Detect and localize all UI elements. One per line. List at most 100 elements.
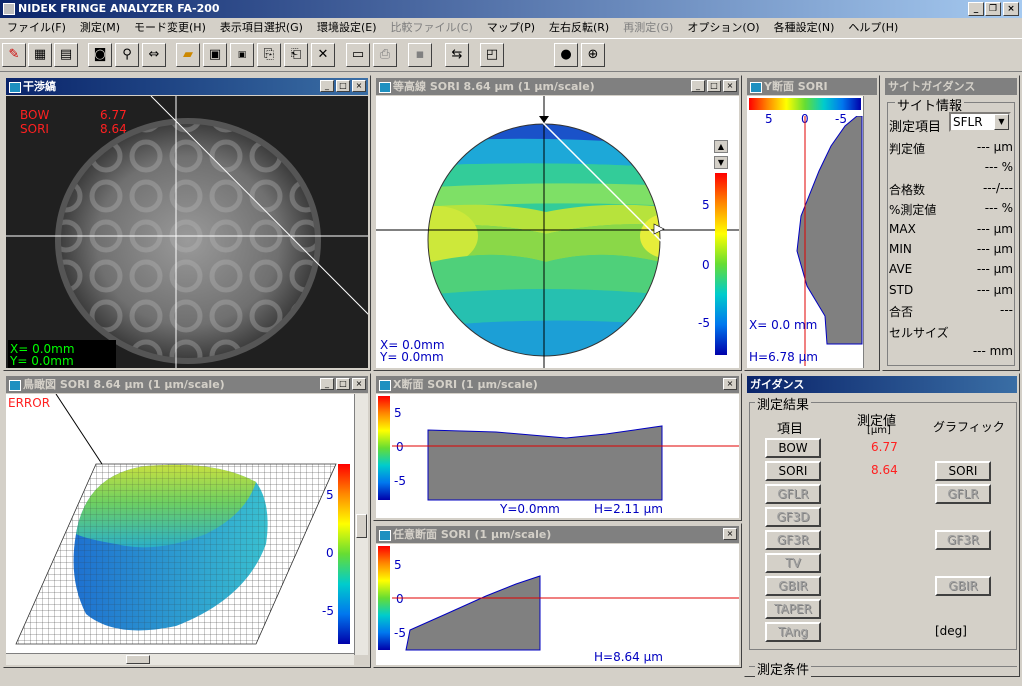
contour-window: 等高線 SORI 8.64 μm (1 μm/scale) _ □ × ▲ ▼ … (373, 75, 742, 371)
menu-item[interactable]: 各種設定(N) (767, 18, 842, 38)
open-folder-icon[interactable]: ▰ (176, 43, 200, 67)
menu-item[interactable]: 表示項目選択(G) (213, 18, 310, 38)
close-window-button[interactable]: × (723, 378, 737, 390)
minimize-window-button[interactable]: _ (320, 378, 334, 390)
menu-item[interactable]: マップ(P) (480, 18, 542, 38)
close-window-button[interactable]: × (723, 528, 737, 540)
close-window-button[interactable]: × (352, 378, 366, 390)
restore-button[interactable]: ❐ (985, 2, 1001, 16)
birdseye-vertical-scrollbar[interactable] (354, 394, 368, 655)
auto-save-icon[interactable]: ▣ (230, 43, 254, 67)
result-item-button[interactable]: GFLR (765, 484, 821, 504)
contour-map[interactable]: ▲ ▼ 5 0 -5 X= 0.0mm Y= 0.0mm (376, 96, 739, 368)
paste-icon[interactable]: ⎗ (284, 43, 308, 67)
panel-view-icon[interactable]: ▤ (54, 43, 78, 67)
menu-item[interactable]: モード変更(H) (127, 18, 213, 38)
birdseye-title-bar: 鳥瞰図 SORI 8.64 μm (1 μm/scale) (6, 376, 368, 393)
disabled-tool-icon[interactable]: ▪ (408, 43, 432, 67)
menu-item[interactable]: 測定(M) (73, 18, 127, 38)
scroll-thumb[interactable] (356, 514, 367, 538)
grid-view-icon[interactable]: ▦ (28, 43, 52, 67)
graphic-column-header: グラフィック (933, 420, 1005, 434)
graphic-button[interactable]: GBIR (935, 576, 991, 596)
flip-horizontal-icon[interactable]: ⇔ (142, 43, 166, 67)
menu-item[interactable]: 再測定(G) (616, 18, 680, 38)
minimize-window-button[interactable]: _ (691, 80, 705, 92)
copy-icon[interactable]: ⎘ (257, 43, 281, 67)
maximize-window-button[interactable]: □ (336, 80, 350, 92)
scroll-thumb[interactable] (126, 655, 150, 664)
graphic-button[interactable]: GFLR (935, 484, 991, 504)
app-title-bar: NIDEK FRINGE ANALYZER FA-200 (0, 0, 1022, 18)
birdseye-plot[interactable]: ERROR 5 0 -5 (6, 394, 354, 653)
dropdown-arrow-icon[interactable]: ▼ (994, 114, 1009, 130)
maximize-window-button[interactable]: □ (707, 80, 721, 92)
camera-icon[interactable]: ◙ (88, 43, 112, 67)
circle-icon[interactable]: ● (554, 43, 578, 67)
site-row-value: --- (1000, 303, 1013, 318)
result-item-button[interactable]: BOW (765, 438, 821, 458)
result-item-button[interactable]: GF3R (765, 530, 821, 550)
close-button[interactable]: × (1003, 2, 1019, 16)
sori-value: 8.64 (100, 122, 127, 136)
result-item-button[interactable]: TV (765, 553, 821, 573)
minimize-button[interactable]: _ (968, 2, 984, 16)
arbitrary-section-plot[interactable]: 5 0 -5 H=8.64 μm (376, 544, 739, 665)
site-guidance-window: サイトガイダンス サイト情報 測定項目 SFLR ▼ 判定値 --- μm --- … (882, 75, 1020, 371)
rotate-icon[interactable]: ⇆ (445, 43, 469, 67)
site-row-value: --- % (984, 201, 1013, 216)
scroll-down-button[interactable]: ▼ (714, 156, 728, 169)
bow-label: BOW (20, 108, 50, 122)
interferogram-title: 干渉縞 (23, 80, 56, 93)
result-item-button[interactable]: GBIR (765, 576, 821, 596)
graphic-button[interactable]: GF3R (935, 530, 991, 550)
result-value: 6.77 (871, 440, 898, 454)
measure-tool-icon[interactable]: ✎ (2, 43, 26, 67)
scroll-up-button[interactable]: ▲ (714, 140, 728, 153)
result-item-button[interactable]: SORI (765, 461, 821, 481)
window-icon (9, 82, 21, 93)
zoom-icon[interactable]: ⚲ (115, 43, 139, 67)
site-row-value: ---/--- (982, 180, 1013, 195)
y-readout: Y= 0.0mm (380, 350, 444, 364)
save-icon[interactable]: ▣ (203, 43, 227, 67)
x-section-plot[interactable]: 5 0 -5 Y=0.0mm H=2.11 μm (376, 394, 739, 518)
site-row-value: --- μm (976, 282, 1013, 297)
color-scale-bar (338, 464, 350, 644)
birdseye-horizontal-scrollbar[interactable] (6, 653, 354, 665)
y-section-title: Y断面 SORI (764, 80, 828, 93)
site-row-label: 合格数 (889, 182, 926, 197)
sori-label: SORI (20, 122, 49, 136)
graphic-button[interactable]: SORI (935, 461, 991, 481)
menu-item[interactable]: 左右反転(R) (542, 18, 616, 38)
y-section-scrollbar[interactable] (863, 96, 877, 368)
result-item-button[interactable]: TAPER (765, 599, 821, 619)
result-item-button[interactable]: TAng (765, 622, 821, 642)
site-row-label: %測定値 (889, 203, 937, 218)
minimize-window-button[interactable]: _ (320, 80, 334, 92)
close-window-button[interactable]: × (352, 80, 366, 92)
result-item-button[interactable]: GF3D (765, 507, 821, 527)
close-window-button[interactable]: × (723, 80, 737, 92)
menu-item[interactable]: 環境設定(E) (310, 18, 384, 38)
birdseye-title: 鳥瞰図 SORI 8.64 μm (1 μm/scale) (23, 378, 225, 391)
print-icon[interactable]: ⎙ (373, 43, 397, 67)
scale-tick-5: 5 (326, 488, 334, 502)
interferogram-image[interactable]: BOW 6.77 SORI 8.64 X= 0.0mm Y= 0.0mm (6, 96, 368, 368)
x-section-title: X断面 SORI (1 μm/scale) (393, 378, 538, 391)
menu-item[interactable]: ファイル(F) (0, 18, 73, 38)
menu-item[interactable]: オプション(O) (680, 18, 766, 38)
scale-tick-0: 0 (326, 546, 334, 560)
guidance-title: ガイダンス (750, 378, 805, 391)
cross-circle-icon[interactable]: ⊕ (581, 43, 605, 67)
maximize-window-button[interactable]: □ (336, 378, 350, 390)
site-row-value: --- μm (976, 140, 1013, 154)
menu-item[interactable]: ヘルプ(H) (841, 18, 905, 38)
frame-icon[interactable]: ◰ (480, 43, 504, 67)
measure-item-select[interactable]: SFLR ▼ (949, 112, 1011, 132)
menu-item[interactable]: 比較ファイル(C) (384, 18, 480, 38)
monitor-icon[interactable]: ▭ (346, 43, 370, 67)
y-section-plot[interactable]: 5 0 -5 X= 0.0 mm H=6.78 μm (747, 96, 877, 368)
window-icon (9, 380, 21, 391)
delete-icon[interactable]: ✕ (311, 43, 335, 67)
